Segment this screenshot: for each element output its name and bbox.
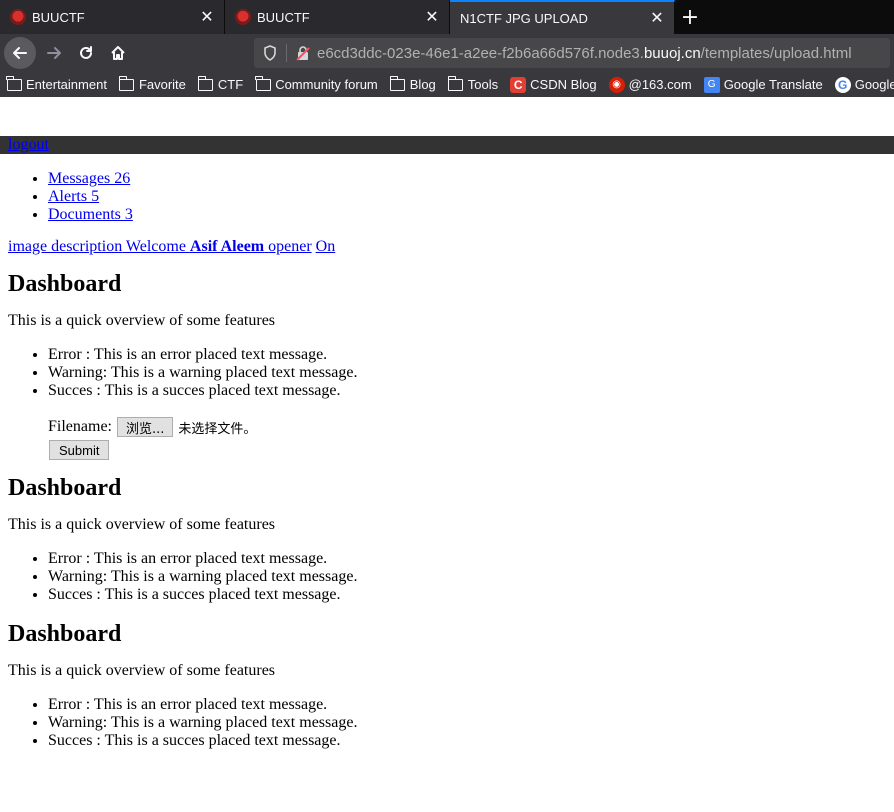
bookmark-ctf[interactable]: CTF — [197, 75, 244, 92]
section-title: Dashboard — [8, 621, 122, 647]
user-link[interactable]: image description Welcome Asif Aleem ope… — [8, 238, 312, 255]
section-title: Dashboard — [8, 475, 122, 501]
bookmark-favorite[interactable]: Favorite — [118, 75, 186, 92]
intro-text: This is a quick overview of some feature… — [8, 662, 276, 679]
back-arrow-icon[interactable] — [4, 37, 36, 69]
bookmark-google[interactable]: G Google — [834, 76, 894, 93]
bookmarks-toolbar: Entertainment Favorite CTF Community for… — [0, 72, 894, 97]
welcome-text: Welcome — [125, 238, 186, 255]
error-message: Error : This is an error placed text mes… — [48, 346, 894, 364]
bookmark-label: @163.com — [628, 77, 692, 92]
top-bar: logout — [0, 136, 894, 154]
bookmark-google-translate[interactable]: G Google Translate — [703, 76, 823, 93]
nav-item-messages: Messages 26 — [48, 170, 894, 188]
submit-button[interactable]: Submit — [49, 440, 110, 460]
shield-icon[interactable] — [260, 43, 280, 63]
success-message: Succes : This is a succes placed text me… — [48, 586, 894, 604]
reload-icon[interactable] — [70, 37, 102, 69]
user-name: Asif Aleem — [189, 238, 265, 255]
close-icon[interactable]: ✕ — [648, 9, 666, 27]
bookmark-blog[interactable]: Blog — [389, 75, 436, 92]
close-icon[interactable]: ✕ — [198, 8, 216, 26]
messages-link[interactable]: Messages 26 — [48, 170, 130, 187]
bookmark-label: Google — [854, 77, 894, 92]
url-separator — [286, 44, 287, 62]
warning-message: Warning: This is a warning placed text m… — [48, 364, 894, 382]
logout-link[interactable]: logout — [8, 136, 49, 153]
message-list: Error : This is an error placed text mes… — [0, 550, 894, 604]
browse-file-button[interactable]: 浏览... — [116, 417, 174, 437]
filename-label: Filename: — [48, 418, 112, 435]
google-translate-icon: G — [703, 76, 720, 93]
close-icon[interactable]: ✕ — [423, 8, 441, 26]
forward-arrow-icon[interactable] — [38, 37, 70, 69]
navigation-bar: e6cd3ddc-023e-46e1-a2ee-f2b6a66d576f.nod… — [0, 34, 894, 72]
message-list: Error : This is an error placed text mes… — [0, 696, 894, 750]
file-row: Filename: 浏览... 未选择文件。 — [48, 416, 894, 438]
user-bar: image description Welcome Asif Aleem ope… — [0, 238, 894, 256]
error-message: Error : This is an error placed text mes… — [48, 696, 894, 714]
success-message: Succes : This is a succes placed text me… — [48, 732, 894, 750]
success-message: Succes : This is a succes placed text me… — [48, 382, 894, 400]
bookmark-163[interactable]: ◉ @163.com — [608, 76, 692, 93]
warning-message: Warning: This is a warning placed text m… — [48, 714, 894, 732]
url-prefix: e6cd3ddc-023e-46e1-a2ee-f2b6a66d576f.nod… — [317, 44, 644, 62]
no-file-selected-text: 未选择文件。 — [178, 421, 257, 437]
bookmark-label: CTF — [217, 77, 244, 92]
csdn-icon: C — [510, 76, 527, 93]
folder-icon — [389, 75, 406, 92]
intro-text: This is a quick overview of some feature… — [8, 516, 276, 533]
on-link[interactable]: On — [316, 238, 336, 255]
tab-n1ctf-upload[interactable]: N1CTF JPG UPLOAD ✕ — [450, 0, 675, 34]
opener-text: opener — [268, 238, 312, 255]
url-domain: buuoj.cn — [643, 44, 701, 62]
url-bar[interactable]: e6cd3ddc-023e-46e1-a2ee-f2b6a66d576f.nod… — [254, 38, 890, 68]
insecure-lock-icon[interactable] — [293, 43, 313, 63]
home-icon[interactable] — [102, 37, 134, 69]
nav-item-documents: Documents 3 — [48, 206, 894, 224]
google-icon: G — [834, 76, 851, 93]
tab-buuctf-2[interactable]: BUUCTF ✕ — [225, 0, 450, 34]
netease-icon: ◉ — [608, 76, 625, 93]
bookmark-tools[interactable]: Tools — [447, 75, 499, 92]
browser-chrome: BUUCTF ✕ BUUCTF ✕ N1CTF JPG UPLOAD ✕ + e… — [0, 0, 894, 97]
page-content: logout Messages 26 Alerts 5 Documents 3 … — [0, 97, 894, 750]
folder-icon — [255, 75, 271, 92]
tab-title: N1CTF JPG UPLOAD — [460, 10, 588, 26]
tab-title: BUUCTF — [32, 9, 85, 25]
url-path: /templates/upload.html — [700, 44, 852, 62]
avatar-alt-text: image description — [8, 238, 123, 255]
tab-bar: BUUCTF ✕ BUUCTF ✕ N1CTF JPG UPLOAD ✕ + — [0, 0, 894, 34]
bookmark-label: CSDN Blog — [530, 77, 597, 92]
tab-title: BUUCTF — [257, 9, 310, 25]
buuctf-favicon-icon — [10, 9, 26, 25]
documents-link[interactable]: Documents 3 — [48, 206, 133, 223]
bookmark-label: Favorite — [138, 77, 186, 92]
warning-message: Warning: This is a warning placed text m… — [48, 568, 894, 586]
bookmark-entertainment[interactable]: Entertainment — [6, 75, 107, 92]
bookmark-label: Blog — [409, 77, 436, 92]
bookmark-community-forum[interactable]: Community forum — [255, 75, 378, 92]
nav-item-alerts: Alerts 5 — [48, 188, 894, 206]
message-list: Error : This is an error placed text mes… — [0, 346, 894, 400]
error-message: Error : This is an error placed text mes… — [48, 550, 894, 568]
new-tab-plus-icon[interactable]: + — [675, 0, 705, 34]
buuctf-favicon-icon — [235, 9, 251, 25]
bookmark-label: Google Translate — [723, 77, 823, 92]
folder-icon — [447, 75, 464, 92]
page-title: Dashboard — [8, 271, 122, 297]
bookmark-label: Tools — [467, 77, 499, 92]
bookmark-label: Entertainment — [26, 77, 107, 92]
folder-icon — [6, 75, 22, 92]
folder-icon — [197, 75, 214, 92]
upload-form: Filename: 浏览... 未选择文件。 Submit — [48, 416, 894, 460]
intro-text: This is a quick overview of some feature… — [8, 312, 276, 329]
nav-list: Messages 26 Alerts 5 Documents 3 — [0, 170, 894, 224]
bookmark-label: Community forum — [275, 77, 378, 92]
bookmark-csdn-blog[interactable]: C CSDN Blog — [510, 76, 597, 93]
folder-icon — [118, 75, 135, 92]
alerts-link[interactable]: Alerts 5 — [48, 188, 99, 205]
tab-buuctf-1[interactable]: BUUCTF ✕ — [0, 0, 225, 34]
